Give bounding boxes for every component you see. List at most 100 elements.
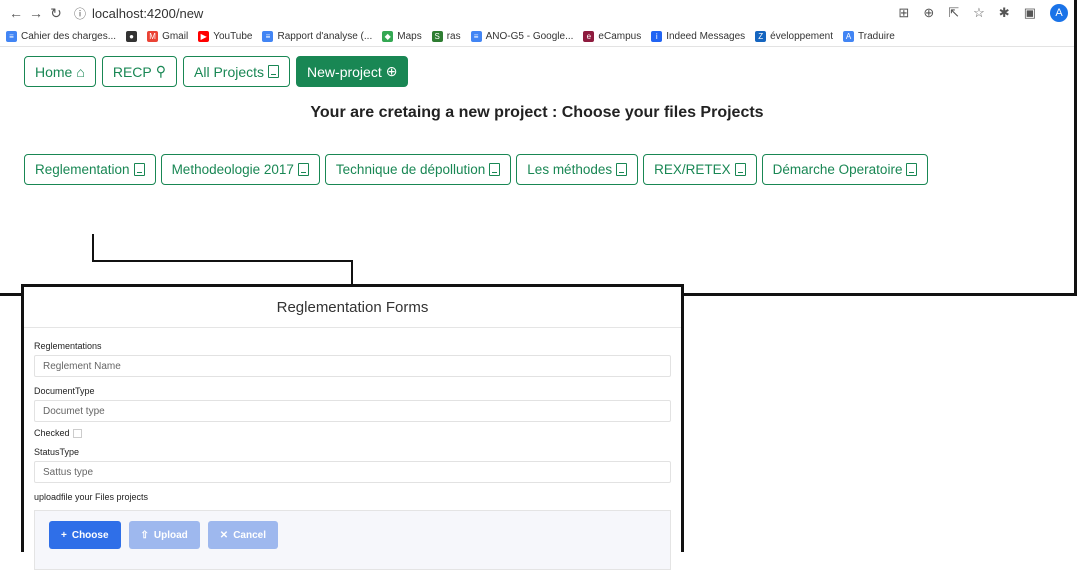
bookmark-item[interactable]: ◆ Maps	[382, 30, 422, 42]
browser-toolbar-icons: ⊞ ⊕ ⇱ ☆ ✱ ▣ A	[898, 4, 1068, 22]
page-heading: Your are cretaing a new project : Choose…	[310, 104, 764, 121]
share-icon[interactable]: ⇱	[948, 5, 959, 21]
reload-icon[interactable]: ↻	[46, 5, 66, 22]
file-icon	[489, 163, 501, 176]
bookmark-label: Gmail	[162, 30, 189, 42]
category-button[interactable]: Methodeologie 2017	[160, 154, 320, 185]
category-button[interactable]: Démarche Operatoire	[761, 154, 929, 185]
category-button[interactable]: Technique de dépollution	[324, 154, 512, 185]
new-project-button[interactable]: New-project ⊕	[296, 56, 409, 87]
file-icon	[906, 163, 918, 176]
bookmark-item[interactable]: ≡ ANO-G5 - Google...	[470, 30, 573, 42]
close-icon: ✕	[219, 529, 229, 541]
bookmark-item[interactable]: Zéveloppement	[755, 30, 833, 42]
category-button[interactable]: Les méthodes	[516, 154, 639, 185]
bookmark-label: Maps	[397, 30, 422, 42]
doc-icon: ≡	[262, 30, 274, 42]
upload-label: uploadfile your Files projects	[34, 492, 149, 502]
bookmark-item[interactable]: ●	[126, 30, 138, 42]
checked-checkbox[interactable]	[72, 428, 82, 438]
document-type-input[interactable]	[34, 400, 671, 422]
plus-icon: +	[61, 529, 67, 541]
upload-button[interactable]: ⇧ Upload	[128, 521, 200, 549]
documenttype-label: DocumentType	[34, 386, 95, 396]
reglement-name-input[interactable]	[34, 355, 671, 377]
all-projects-button[interactable]: All Projects	[183, 56, 291, 87]
bookmark-label: éveloppement	[770, 30, 833, 42]
cancel-button[interactable]: ✕ Cancel	[207, 521, 278, 549]
gmail-icon: M	[147, 30, 159, 42]
search-icon: ⚲	[155, 63, 166, 79]
bookmarks-bar: ≡ Cahier des charges... ● M Gmail ▶ YouTube ≡ Ra…	[0, 26, 1074, 47]
address-bar[interactable]: ⓘ localhost:4200/new	[74, 5, 203, 22]
bookmark-label: YouTube	[213, 30, 253, 42]
category-label: Démarche Operatoire	[772, 162, 903, 177]
bookmark-item[interactable]: Sras	[431, 30, 461, 42]
bookmark-item[interactable]: M Gmail	[147, 30, 189, 42]
home-button[interactable]: Home ⌂	[24, 56, 96, 87]
extensions-icon[interactable]: ✱	[999, 5, 1010, 21]
ecampus-icon: e	[583, 30, 595, 42]
doc-icon: ≡	[470, 30, 482, 42]
checked-label: Checked	[34, 428, 70, 438]
plus-circle-icon: ⊕	[385, 63, 398, 79]
back-arrow-icon[interactable]: ←	[6, 5, 26, 21]
bookmark-item[interactable]: A Traduire	[843, 30, 895, 42]
bookmark-item[interactable]: i Indeed Messages	[651, 30, 746, 42]
cancel-label: Cancel	[233, 529, 266, 541]
file-upload: + Choose ⇧ Upload ✕ Cancel	[34, 510, 671, 570]
z-icon: Z	[755, 30, 767, 42]
status-type-input[interactable]	[34, 461, 671, 483]
category-label: Les méthodes	[527, 162, 613, 177]
url-text[interactable]: localhost:4200/new	[92, 6, 203, 21]
github-icon: ●	[126, 30, 138, 42]
info-icon[interactable]: ⓘ	[74, 5, 86, 22]
youtube-icon: ▶	[198, 30, 210, 42]
statustype-label: StatusType	[34, 447, 80, 457]
bookmark-item[interactable]: e eCampus	[583, 30, 642, 42]
bookmark-star-icon[interactable]: ☆	[973, 5, 985, 21]
category-label: Reglementation	[35, 162, 130, 177]
file-icon	[268, 65, 280, 78]
file-icon	[133, 163, 145, 176]
top-navigation: Home ⌂ RECP ⚲ All Projects New-project ⊕	[24, 56, 409, 87]
indeed-icon: i	[651, 30, 663, 42]
upload-icon: ⇧	[140, 529, 149, 541]
category-label: Methodeologie 2017	[171, 162, 294, 177]
connector-line	[92, 260, 353, 262]
bookmark-item[interactable]: ≡ Cahier des charges...	[6, 30, 117, 42]
file-icon	[734, 163, 746, 176]
translate-page-icon[interactable]: ⊞	[898, 5, 909, 21]
category-button[interactable]: REX/RETEX	[643, 154, 757, 185]
bookmark-item[interactable]: ≡ Rapport d'analyse (...	[262, 30, 373, 42]
browser-window: ← → ↻ ⓘ localhost:4200/new ⊞ ⊕ ⇱ ☆ ✱ ▣ A…	[0, 0, 1077, 296]
sidebar-icon[interactable]: ▣	[1024, 5, 1036, 21]
all-projects-label: All Projects	[194, 63, 265, 80]
recp-button[interactable]: RECP ⚲	[101, 56, 177, 87]
bookmark-label: eCampus	[598, 30, 642, 42]
choose-button[interactable]: + Choose	[49, 521, 121, 549]
file-icon	[616, 163, 628, 176]
app-page: Home ⌂ RECP ⚲ All Projects New-project ⊕…	[0, 47, 1074, 293]
bookmark-label: Indeed Messages	[666, 30, 746, 42]
home-label: Home	[35, 63, 73, 80]
zoom-icon[interactable]: ⊕	[923, 5, 934, 21]
address-bar-row: ← → ↻ ⓘ localhost:4200/new ⊞ ⊕ ⇱ ☆ ✱ ▣ A	[0, 0, 1074, 26]
bookmark-label: Rapport d'analyse (...	[277, 30, 373, 42]
upload-button-label: Upload	[153, 529, 188, 541]
recp-label: RECP	[112, 63, 152, 80]
bookmark-label: Cahier des charges...	[21, 30, 117, 42]
file-icon	[297, 163, 309, 176]
bookmark-item[interactable]: ▶ YouTube	[198, 30, 253, 42]
category-label: REX/RETEX	[654, 162, 731, 177]
home-icon: ⌂	[76, 63, 85, 80]
category-button[interactable]: Reglementation	[24, 154, 156, 185]
translate-icon: A	[843, 30, 854, 42]
forward-arrow-icon[interactable]: →	[26, 5, 46, 21]
reglementation-form: Reglementations DocumentType Checked Sta…	[24, 328, 681, 570]
profile-avatar[interactable]: A	[1050, 4, 1068, 22]
category-buttons: Reglementation Methodeologie 2017 Techniqu…	[24, 154, 929, 185]
connector-line	[351, 260, 353, 284]
bookmark-label: ras	[446, 30, 461, 42]
category-label: Technique de dépollution	[335, 162, 486, 177]
